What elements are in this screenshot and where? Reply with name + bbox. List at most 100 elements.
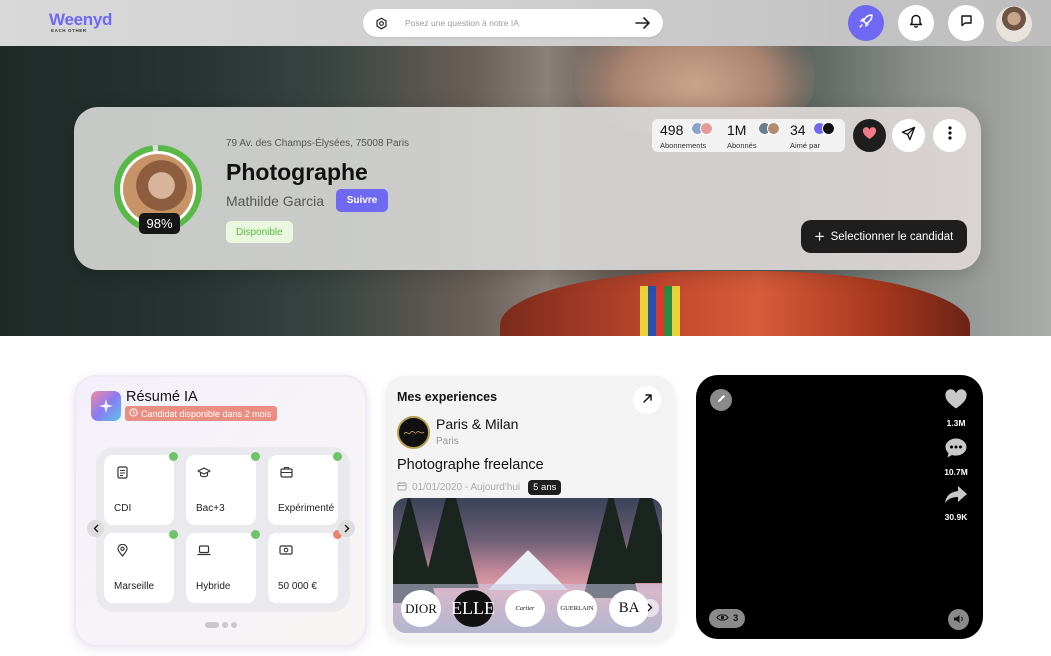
view-count: 3 <box>733 613 739 624</box>
status-dot <box>333 452 342 461</box>
attribute-tile[interactable]: Hybride <box>186 530 260 603</box>
arrow-up-right-icon <box>642 391 653 409</box>
like-count: 1.3M <box>946 418 966 428</box>
attribute-label: Hybride <box>196 581 231 592</box>
notifications-button[interactable] <box>898 5 934 41</box>
eye-icon <box>716 613 729 625</box>
brand-logo-dior[interactable]: DIOR <box>401 590 441 627</box>
brand-logos-strip: DIOR ELLE Cartier GUERLAIN BA <box>393 584 662 633</box>
stat-value: 1M <box>727 122 747 138</box>
select-candidate-label: Selectionner le candidat <box>830 230 954 243</box>
pagination-dot[interactable] <box>205 622 219 628</box>
tree-shape <box>423 498 479 588</box>
stat-label: Abonnements <box>660 141 707 150</box>
video-share-action[interactable]: 30.9K <box>940 485 972 522</box>
stat-value: 498 <box>660 122 684 138</box>
cover-jacket-shape <box>500 271 970 336</box>
money-icon <box>279 543 293 557</box>
availability-badge: Disponible <box>226 221 293 243</box>
ai-attributes-grid: CDI Bac+3 Expérimenté Marseille Hybride … <box>96 447 350 612</box>
completion-badge: 98% <box>139 213 180 234</box>
stat-liked-by[interactable]: 34 Aimé par <box>790 122 837 150</box>
vertical-dots-icon <box>947 126 952 145</box>
ai-search-bar <box>363 9 663 37</box>
profile-card: 98% 79 Av. des Champs-Élysées, 75008 Par… <box>74 107 981 270</box>
rocket-button[interactable] <box>848 5 884 41</box>
heart-icon <box>862 126 877 145</box>
paper-plane-icon <box>901 126 916 146</box>
edit-video-button[interactable] <box>710 389 732 411</box>
more-options-button[interactable] <box>933 119 966 152</box>
video-sound-button[interactable] <box>948 609 969 630</box>
user-avatar[interactable] <box>996 6 1032 42</box>
speaker-icon <box>953 611 965 629</box>
stat-label: Aimé par <box>790 141 821 150</box>
video-views-counter: 3 <box>709 609 746 628</box>
comment-bubble-icon <box>944 438 968 463</box>
cover-scarf-shape <box>640 286 680 336</box>
arrow-right-icon[interactable] <box>633 13 653 33</box>
status-dot <box>169 452 178 461</box>
laptop-icon <box>197 543 211 557</box>
follower-avatars <box>754 122 780 136</box>
attribute-tile[interactable]: Expérimenté <box>268 452 342 525</box>
like-button[interactable] <box>853 119 886 152</box>
carousel-pagination <box>205 622 237 628</box>
top-navigation-bar: Weenyd EACH OTHER <box>0 0 1051 46</box>
company-logo[interactable] <box>397 416 430 449</box>
carousel-next-button[interactable] <box>338 520 355 537</box>
stat-followers[interactable]: 1M Abonnés <box>727 122 780 150</box>
hexagon-ai-icon <box>373 15 389 31</box>
graduation-cap-icon <box>197 465 211 479</box>
follower-avatars <box>690 122 715 136</box>
attribute-tile[interactable]: Bac+3 <box>186 452 260 525</box>
attribute-label: Expérimenté <box>278 503 335 514</box>
search-input[interactable] <box>405 18 633 28</box>
brands-next-button[interactable] <box>641 599 659 617</box>
experience-photo[interactable]: DIOR ELLE Cartier GUERLAIN BA <box>393 498 662 633</box>
tree-shape <box>618 498 662 583</box>
attribute-tile[interactable]: Marseille <box>104 530 178 603</box>
availability-notice-text: Candidat disponible dans 2 mois <box>141 408 272 419</box>
weenyd-logo[interactable]: Weenyd EACH OTHER <box>49 10 113 34</box>
chevron-right-icon <box>647 599 653 617</box>
pagination-dot[interactable] <box>222 622 228 628</box>
status-dot <box>251 452 260 461</box>
video-card[interactable]: 1.3M 10.7M 30.9K 3 <box>696 375 983 639</box>
brand-logo-cartier[interactable]: Cartier <box>505 590 545 627</box>
heart-icon <box>944 389 968 414</box>
document-icon <box>115 465 129 479</box>
clock-icon <box>129 408 138 419</box>
attribute-label: CDI <box>114 503 132 514</box>
profile-name: Mathilde Garcia <box>226 193 325 209</box>
attribute-tile[interactable]: CDI <box>104 452 178 525</box>
follow-button[interactable]: Suivre <box>336 189 388 212</box>
profile-job-title: Photographe <box>226 159 368 185</box>
plus-icon: + <box>814 226 825 246</box>
chevron-right-icon <box>344 520 350 538</box>
company-name: Paris & Milan <box>436 416 519 432</box>
briefcase-icon <box>279 465 293 479</box>
ai-summary-card: Résumé IA Candidat disponible dans 2 moi… <box>74 375 367 647</box>
bell-icon <box>909 13 923 33</box>
carousel-prev-button[interactable] <box>87 520 104 537</box>
stat-subscriptions[interactable]: 498 Abonnements <box>660 122 715 150</box>
brand-logo-elle[interactable]: ELLE <box>451 590 495 627</box>
experiences-card: Mes experiences Paris & Milan Paris Phot… <box>385 376 675 641</box>
video-like-action[interactable]: 1.3M <box>940 389 972 428</box>
brand-logo-guerlain[interactable]: GUERLAIN <box>557 590 597 627</box>
pagination-dot[interactable] <box>231 622 237 628</box>
availability-notice: Candidat disponible dans 2 mois <box>125 406 278 421</box>
rocket-icon <box>858 13 874 34</box>
logo-text: Weenyd <box>49 10 113 29</box>
attribute-tile[interactable]: 50 000 € <box>268 530 342 603</box>
select-candidate-button[interactable]: + Selectionner le candidat <box>801 220 967 253</box>
send-button[interactable] <box>892 119 925 152</box>
experience-role: Photographe freelance <box>397 457 544 473</box>
video-comment-action[interactable]: 10.7M <box>940 437 972 477</box>
attribute-label: Bac+3 <box>196 503 225 514</box>
open-experiences-button[interactable] <box>633 386 661 414</box>
profile-stats: 498 Abonnements 1M Abonnés 34 Aimé par <box>652 119 845 152</box>
share-arrow-icon <box>944 486 968 508</box>
messages-button[interactable] <box>948 5 984 41</box>
